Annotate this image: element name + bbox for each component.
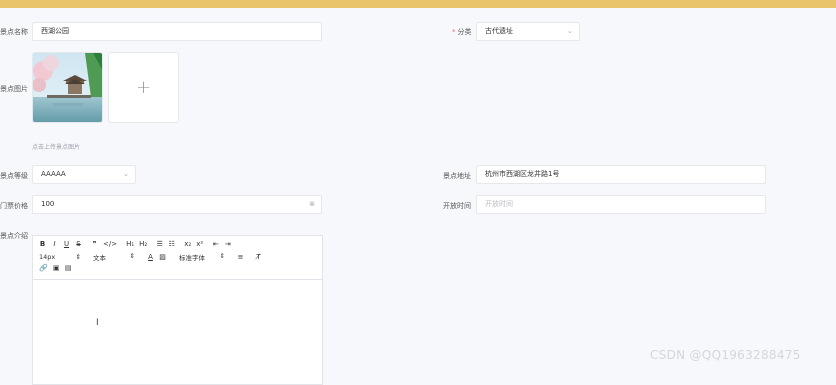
address-input[interactable]: 杭州市西湖区龙井路1号 [476,165,766,184]
rich-text-editor[interactable]: B I U S ❞ </> H₁ H₂ ☰ ☷ x₂ x² ⇤ ⇥ 14px ⇕ … [32,235,323,385]
align-icon[interactable]: ≡ [237,253,244,262]
outdent-button[interactable]: ⇤ [212,240,219,249]
font-family-select[interactable]: 标准字体 ⇕ [179,252,225,262]
category-select[interactable]: 古代遗址 ⌄ [476,22,580,41]
heading2-button[interactable]: H₂ [139,240,147,249]
indent-button[interactable]: ⇥ [224,240,231,249]
watermark: CSDN @QQ1963288475 [650,348,801,362]
superscript-button[interactable]: x² [196,240,203,249]
highlight-icon[interactable]: ▨ [159,253,166,262]
name-input[interactable]: 西湖公园 [32,22,322,41]
font-size-select[interactable]: 14px ⇕ [39,253,81,261]
category-label: * 分类 [452,28,472,36]
editor-toolbar: B I U S ❞ </> H₁ H₂ ☰ ☷ x₂ x² ⇤ ⇥ 14px ⇕ … [33,236,322,280]
image-label: 景点图片 [0,85,28,93]
open-time-input[interactable]: 开放时间 [476,195,766,214]
add-image-button[interactable]: + [108,52,179,123]
chevron-down-icon: ⌄ [123,170,129,178]
intro-label: 景点介绍 [0,232,28,240]
bullet-list-button[interactable]: ☷ [168,240,175,249]
underline-button[interactable]: U [63,240,70,249]
heading1-button[interactable]: H₁ [126,240,134,249]
level-label: 景点等级 [0,172,28,180]
quote-button[interactable]: ❞ [91,240,98,249]
clear-format-icon[interactable]: T̸ [255,253,262,262]
price-input[interactable]: 100 ⊗ [32,195,322,214]
strike-button[interactable]: S [75,240,82,249]
price-label: 门票价格 [0,202,28,210]
level-select[interactable]: AAAAA ⌄ [32,165,136,184]
name-label: 景点名称 [0,28,28,36]
font-color-icon[interactable]: A [147,253,154,262]
open-time-label: 开放时间 [443,202,471,210]
italic-button[interactable]: I [51,240,58,249]
subscript-button[interactable]: x₂ [184,240,191,249]
link-icon[interactable]: 🔗 [39,264,48,273]
chevron-updown-icon: ⇕ [75,253,81,261]
video-icon[interactable]: ▤ [65,264,72,273]
top-banner [0,0,836,8]
text-type-select[interactable]: 文本 ⇕ [93,252,135,262]
code-button[interactable]: </> [103,240,117,249]
chevron-down-icon: ⌄ [567,27,573,35]
text-cursor-icon: I [96,318,99,328]
chevron-updown-icon: ⇕ [129,252,135,260]
chevron-updown-icon: ⇕ [219,252,225,260]
uploaded-image-thumbnail[interactable] [32,52,103,123]
upload-hint: 点击上传景点图片 [32,144,81,151]
bold-button[interactable]: B [39,240,46,249]
image-icon[interactable]: ▣ [53,264,60,273]
clear-icon[interactable]: ⊗ [309,196,315,213]
address-label: 景点地址 [443,172,471,180]
ordered-list-button[interactable]: ☰ [156,240,163,249]
